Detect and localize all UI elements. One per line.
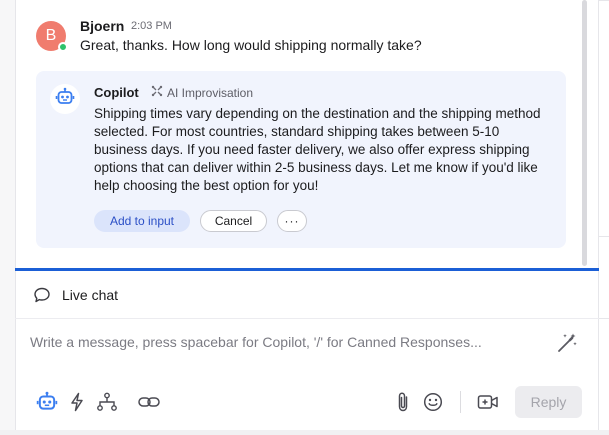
robot-icon <box>55 87 75 112</box>
magic-wand-icon[interactable] <box>556 332 578 359</box>
more-options-button[interactable]: ··· <box>277 210 307 232</box>
message-text: Great, thanks. How long would shipping n… <box>80 37 422 53</box>
reply-button[interactable]: Reply <box>515 386 582 418</box>
scrollbar[interactable] <box>582 0 587 266</box>
channel-label: Live chat <box>62 287 119 303</box>
ai-improvisation-badge: AI Improvisation <box>151 85 253 100</box>
video-icon[interactable] <box>477 391 499 413</box>
message-input[interactable] <box>30 334 540 350</box>
sparkle-grid-icon <box>151 85 163 100</box>
lightning-icon[interactable] <box>66 391 88 413</box>
badge-label: AI Improvisation <box>167 85 254 100</box>
workflow-icon[interactable] <box>96 391 118 413</box>
copilot-avatar <box>50 84 80 114</box>
cancel-button[interactable]: Cancel <box>200 210 267 232</box>
message-time: 2:03 PM <box>131 20 172 32</box>
paperclip-icon[interactable] <box>392 391 414 413</box>
right-gutter <box>599 0 609 435</box>
add-to-input-button[interactable]: Add to input <box>94 210 190 232</box>
copilot-response-text: Shipping times vary depending on the des… <box>94 106 541 193</box>
toolbar-divider <box>460 391 461 413</box>
avatar-initial: B <box>45 27 57 44</box>
copilot-suggestion-card: Copilot AI Improvisation Shipping times … <box>36 71 566 248</box>
composer-channel-tab[interactable]: Live chat <box>15 271 599 319</box>
message-author: Bjoern <box>80 18 125 34</box>
online-status-dot <box>58 42 68 52</box>
robot-icon[interactable] <box>36 391 58 413</box>
emoji-icon[interactable] <box>422 391 444 413</box>
bottom-edge <box>0 430 609 435</box>
copilot-name: Copilot <box>94 85 139 100</box>
link-icon[interactable] <box>138 391 160 413</box>
chat-bubble-icon <box>33 286 51 309</box>
